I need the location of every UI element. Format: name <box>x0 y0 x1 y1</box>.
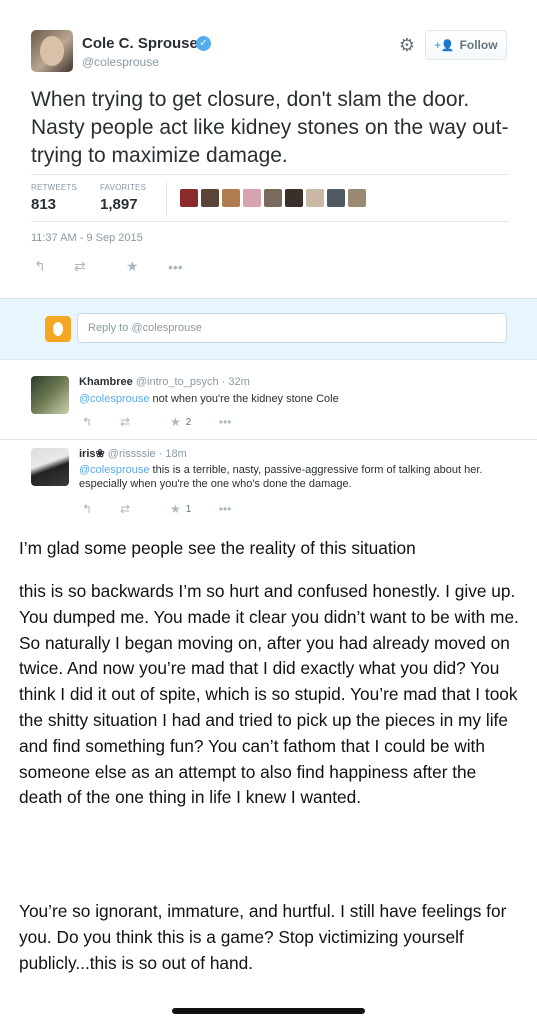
mention-link[interactable]: @colesprouse <box>79 393 149 405</box>
favorite-star-icon[interactable]: ★ <box>126 258 168 275</box>
favoriter-avatar[interactable] <box>306 189 324 207</box>
retweet-icon[interactable]: ⇄ <box>120 502 170 516</box>
add-person-icon: +👤 <box>434 39 455 52</box>
reply-header: iris❀ @rissssie · 18m <box>79 447 187 460</box>
favorite-star-icon[interactable]: ★ <box>170 502 181 516</box>
divider <box>166 182 167 216</box>
favoriter-avatar[interactable] <box>264 189 282 207</box>
favorites-stat[interactable]: FAVORITES 1,897 <box>100 183 146 213</box>
more-icon[interactable]: ••• <box>219 415 232 429</box>
reply-input[interactable]: Reply to @colesprouse <box>77 313 507 343</box>
tweet-card: Cole C. Sprouse ✓ @colesprouse ⚙ +👤 Foll… <box>0 0 537 290</box>
reply-text: @colesprouse not when you're the kidney … <box>79 392 499 406</box>
author-name[interactable]: Cole C. Sprouse <box>82 35 198 52</box>
favoriter-avatar[interactable] <box>327 189 345 207</box>
favoriter-avatar[interactable] <box>243 189 261 207</box>
favoriter-avatar[interactable] <box>348 189 366 207</box>
reply-handle[interactable]: @rissssie <box>108 448 156 460</box>
caption-line: I’m glad some people see the reality of … <box>19 538 416 558</box>
reply-time[interactable]: · 32m <box>222 376 250 388</box>
divider <box>0 439 537 440</box>
reply-text: @colesprouse this is a terrible, nasty, … <box>79 463 499 491</box>
retweet-icon[interactable]: ⇄ <box>120 415 170 429</box>
reply-actions: ↰ ⇄ ★ 1 ••• <box>82 502 231 516</box>
caption-paragraph: You’re so ignorant, immature, and hurtfu… <box>19 901 507 973</box>
reply-handle[interactable]: @intro_to_psych <box>136 376 219 388</box>
reply-avatar[interactable] <box>31 448 69 486</box>
favorites-count: 1,897 <box>100 196 138 213</box>
favorite-count: 2 <box>185 416 192 428</box>
gear-icon[interactable]: ⚙ <box>396 34 418 56</box>
follow-button[interactable]: +👤 Follow <box>425 30 507 60</box>
divider <box>31 221 509 222</box>
tweet-actions: ↰ ⇄ ★ ••• <box>34 258 183 275</box>
reply-time[interactable]: · 18m <box>159 448 187 460</box>
reply-icon[interactable]: ↰ <box>82 502 120 516</box>
reply-author-name[interactable]: Khambree <box>79 376 133 388</box>
home-indicator[interactable] <box>172 1008 365 1014</box>
reply-avatar[interactable] <box>31 376 69 414</box>
caption-paragraph: this is so backwards I’m so hurt and con… <box>19 581 519 808</box>
reply-body: not when you're the kidney stone Cole <box>149 393 339 405</box>
author-handle[interactable]: @colesprouse <box>82 55 159 69</box>
favoriter-avatar[interactable] <box>201 189 219 207</box>
divider <box>31 174 509 175</box>
reply-icon[interactable]: ↰ <box>82 415 120 429</box>
reply-header: Khambree @intro_to_psych · 32m <box>79 376 250 388</box>
retweet-icon[interactable]: ⇄ <box>74 258 126 275</box>
favorites-label: FAVORITES <box>100 183 147 192</box>
retweets-count: 813 <box>31 196 57 213</box>
more-icon[interactable]: ••• <box>168 259 183 275</box>
reply-actions: ↰ ⇄ ★ 2 ••• <box>82 415 231 429</box>
verified-badge-icon: ✓ <box>196 36 211 51</box>
mention-link[interactable]: @colesprouse <box>79 464 149 476</box>
reply-author-name[interactable]: iris❀ <box>79 448 105 460</box>
author-avatar[interactable] <box>31 30 73 72</box>
user-avatar <box>45 316 71 342</box>
retweets-stat[interactable]: RETWEETS 813 <box>31 183 77 213</box>
follow-label: Follow <box>459 38 498 52</box>
favoriter-avatar[interactable] <box>285 189 303 207</box>
tweet-timestamp[interactable]: 11:37 AM - 9 Sep 2015 <box>31 232 143 244</box>
favorite-star-icon[interactable]: ★ <box>170 415 181 429</box>
favoriter-avatar[interactable] <box>180 189 198 207</box>
favoriter-avatar[interactable] <box>222 189 240 207</box>
retweets-label: RETWEETS <box>31 183 78 192</box>
more-icon[interactable]: ••• <box>219 502 232 516</box>
reply-icon[interactable]: ↰ <box>34 258 74 275</box>
tweet-text: When trying to get closure, don't slam t… <box>31 88 509 167</box>
favoriter-avatars <box>180 189 366 207</box>
favorite-count: 1 <box>185 503 192 515</box>
